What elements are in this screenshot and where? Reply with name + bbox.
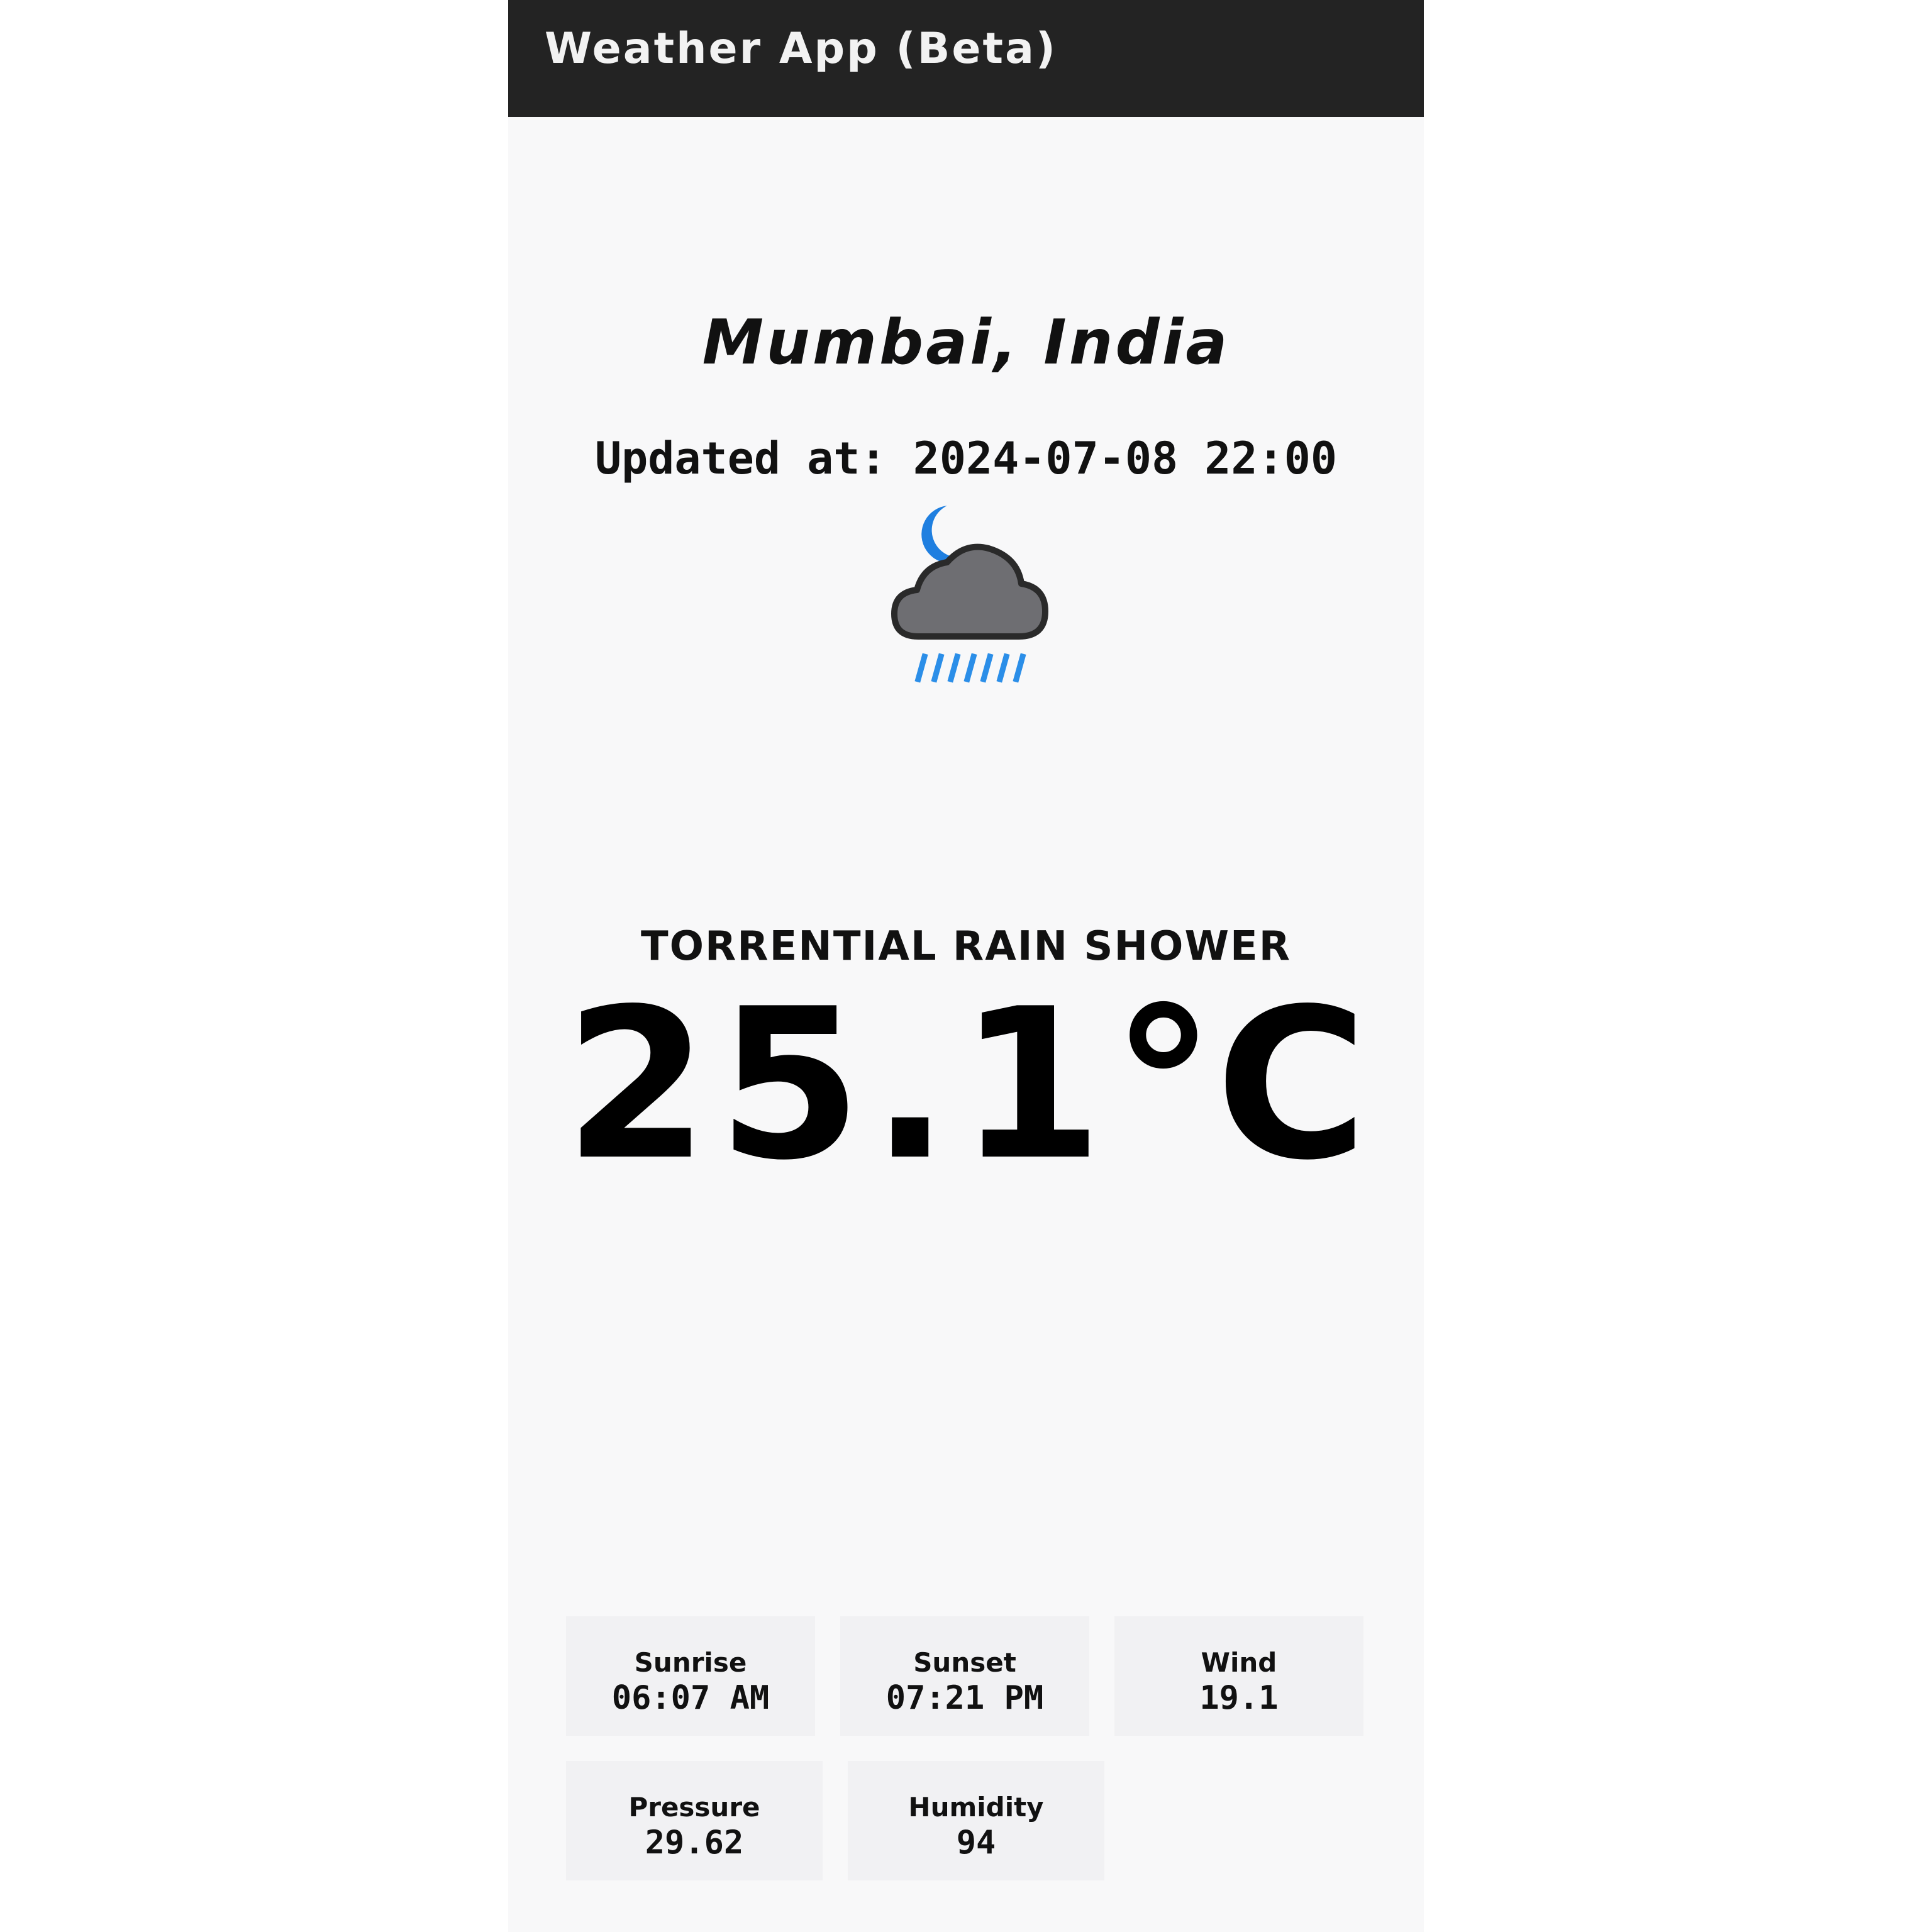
temperature-value: 25.1 bbox=[564, 964, 1112, 1206]
pressure-label: Pressure bbox=[628, 1792, 760, 1823]
sunset-value: 07:21 PM bbox=[886, 1679, 1044, 1717]
wind-card: Wind 19.1 bbox=[1114, 1616, 1363, 1736]
humidity-label: Humidity bbox=[908, 1792, 1044, 1823]
weather-condition: TORRENTIAL RAIN SHOWER bbox=[640, 923, 1292, 970]
temperature-unit: °C bbox=[1111, 964, 1368, 1206]
wind-label: Wind bbox=[1201, 1647, 1277, 1678]
pressure-card: Pressure 29.62 bbox=[566, 1761, 823, 1880]
humidity-card: Humidity 94 bbox=[848, 1761, 1104, 1880]
rain-icon bbox=[914, 653, 1026, 683]
sunset-card: Sunset 07:21 PM bbox=[840, 1616, 1089, 1736]
location-name: Mumbai, India bbox=[702, 307, 1230, 379]
night-rain-cloud-icon bbox=[891, 506, 1048, 683]
app-bar: Weather App (Beta) bbox=[508, 0, 1424, 117]
app-title: Weather App (Beta) bbox=[545, 24, 1057, 74]
humidity-value: 94 bbox=[956, 1824, 996, 1862]
pressure-value: 29.62 bbox=[645, 1824, 744, 1862]
app-screen: Weather App (Beta) Mumbai, India Updated… bbox=[508, 0, 1424, 1932]
wind-value: 19.1 bbox=[1199, 1679, 1279, 1717]
sunrise-card: Sunrise 06:07 AM bbox=[566, 1616, 815, 1736]
temperature: 25.1°C bbox=[508, 981, 1424, 1189]
updated-timestamp: Updated at: 2024-07-08 22:00 bbox=[594, 433, 1338, 484]
cloud-icon bbox=[891, 543, 1048, 640]
sunrise-label: Sunrise bbox=[634, 1647, 747, 1678]
sunset-label: Sunset bbox=[913, 1647, 1016, 1678]
sunrise-value: 06:07 AM bbox=[611, 1679, 770, 1717]
